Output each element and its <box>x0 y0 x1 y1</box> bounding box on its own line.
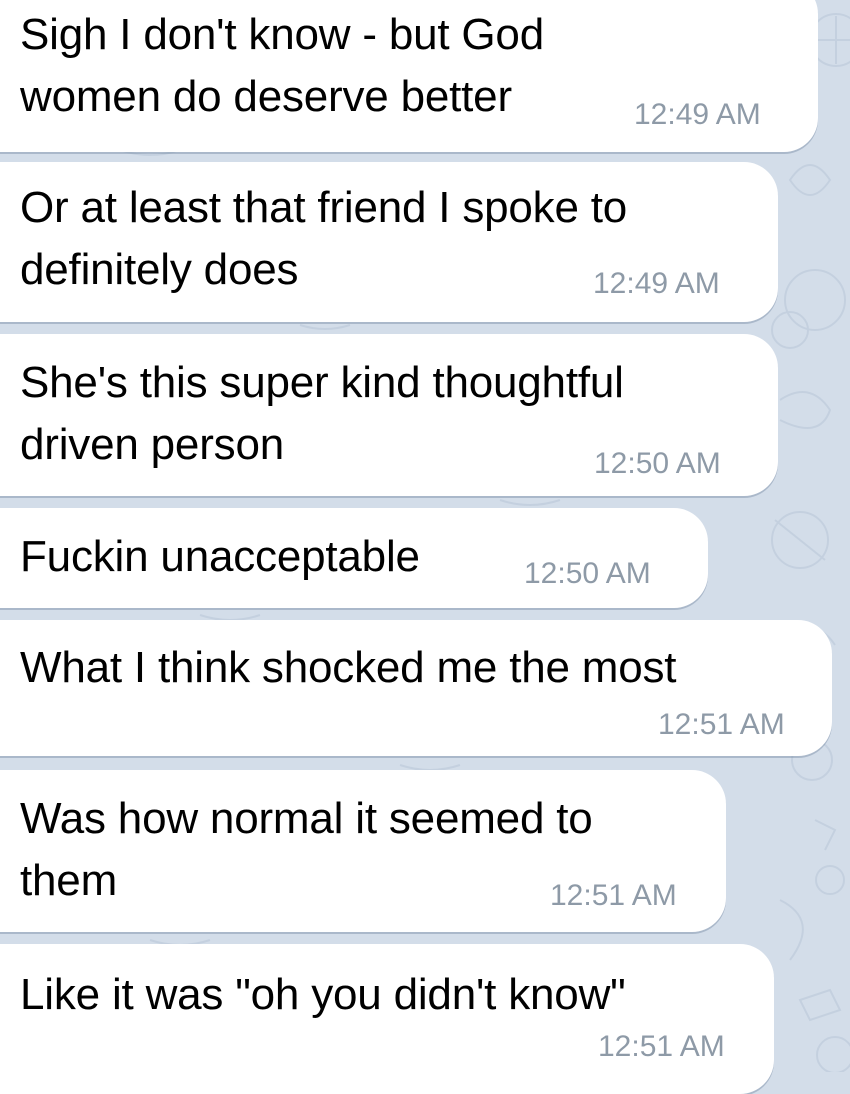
message-bubble[interactable]: Fuckin unacceptable 12:50 AM <box>0 508 708 608</box>
message-text: Was how normal it seemed to them <box>20 794 593 905</box>
message-timestamp: 12:49 AM <box>593 267 720 300</box>
message-text: Like it was "oh you didn't know" <box>20 970 626 1019</box>
message-timestamp: 12:51 AM <box>550 879 677 912</box>
message-timestamp: 12:51 AM <box>658 708 785 741</box>
message-text: Fuckin unacceptable <box>20 532 420 581</box>
message-bubble[interactable]: Sigh I don't know - but God women do des… <box>0 0 818 152</box>
message-timestamp: 12:50 AM <box>594 447 721 480</box>
message-text: What I think shocked me the most <box>20 643 677 692</box>
message-bubble[interactable]: She's this super kind thoughtful driven … <box>0 334 778 496</box>
message-bubble[interactable]: What I think shocked me the most 12:51 A… <box>0 620 832 756</box>
message-text: Or at least that friend I spoke to defin… <box>20 183 628 294</box>
message-text: She's this super kind thoughtful driven … <box>20 358 624 469</box>
message-bubble[interactable]: Was how normal it seemed to them 12:51 A… <box>0 770 726 932</box>
message-timestamp: 12:49 AM <box>634 98 761 131</box>
message-bubble[interactable]: Or at least that friend I spoke to defin… <box>0 162 778 322</box>
message-text: Sigh I don't know - but God women do des… <box>20 10 544 121</box>
message-timestamp: 12:50 AM <box>524 557 651 590</box>
message-timestamp: 12:51 AM <box>598 1030 725 1063</box>
